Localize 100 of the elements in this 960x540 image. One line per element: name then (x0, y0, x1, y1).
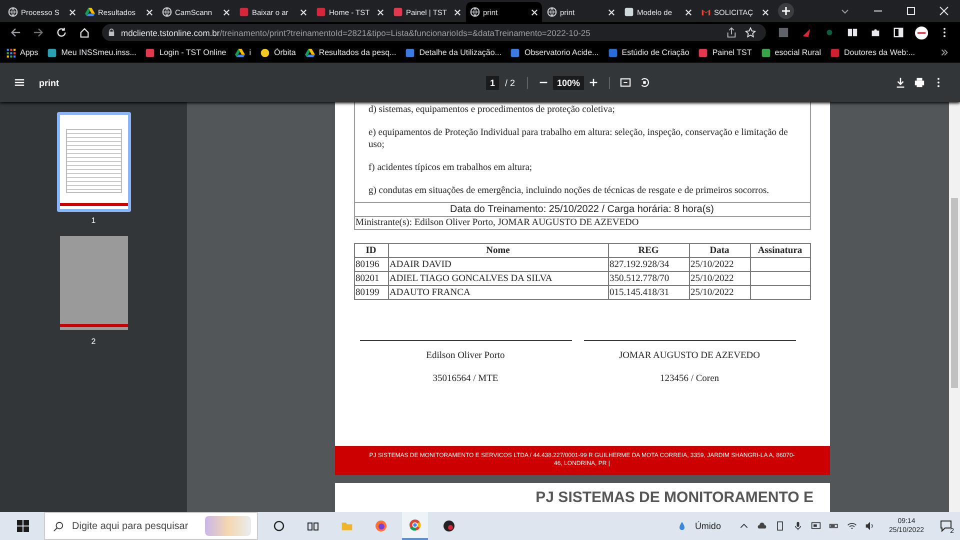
bookmark-link[interactable]: Estúdio de Criação (608, 48, 690, 58)
page-heading: PJ SISTEMAS DE MONITORAMENTO E (534, 488, 814, 506)
table-cell: 25/10/2022 (689, 258, 750, 272)
bookmark-link[interactable]: esocial Rural (760, 48, 822, 58)
circle-favicon-icon (260, 48, 270, 58)
table-cell: 80199 (354, 286, 388, 300)
bookmark-link[interactable]: Doutores da Web:... (830, 48, 916, 58)
zoom-in-icon[interactable] (588, 77, 600, 88)
close-icon[interactable] (146, 8, 153, 16)
table-cell: ADAUTO FRANCA (388, 286, 608, 300)
rotate-icon[interactable] (639, 77, 650, 88)
wifi-icon[interactable] (846, 521, 857, 531)
print-icon[interactable] (914, 77, 925, 88)
globe-icon (8, 7, 18, 17)
close-icon[interactable] (454, 8, 461, 16)
column-header: Data (689, 244, 750, 258)
circle-icon[interactable] (273, 520, 285, 532)
favicon-icon (393, 7, 403, 17)
page-thumbnail[interactable] (56, 112, 130, 212)
drive-icon (235, 48, 246, 58)
bookmark-link[interactable]: Meu INSSmeu.inss... (47, 48, 136, 58)
star-icon[interactable] (744, 27, 756, 38)
favicon-icon (698, 48, 708, 58)
weather-text[interactable]: Úmido (694, 521, 721, 531)
drive-icon (304, 48, 315, 58)
topic-text: e) equipamentos de Proteção Individual para trabalho em altura: seleção, inspeção, conservação e limitação de uso; (368, 127, 789, 151)
bookmark-link[interactable]: Resultados da pesq... (304, 48, 396, 58)
signer-name: Edilson Oliver Porto (425, 351, 506, 361)
close-icon[interactable] (608, 8, 615, 16)
task-view-icon[interactable] (307, 520, 319, 532)
bookmark-link[interactable]: Apps (6, 48, 38, 58)
document-title: print (39, 78, 59, 88)
chevron-right-icon[interactable] (939, 47, 950, 58)
table-cell: 80201 (354, 272, 388, 286)
zoom-field[interactable]: 100% (553, 76, 584, 90)
document-icon[interactable] (774, 521, 785, 531)
back-arrow-icon[interactable] (10, 27, 21, 38)
share-icon[interactable] (726, 27, 737, 38)
download-icon[interactable] (895, 77, 906, 88)
address-field[interactable]: mdcliente.tstonline.com.br/treinamento/print?treinamentoId=2821&tipo=Lista&funcionarioIds=&dataTreinamento=2022-10-25 (102, 24, 766, 41)
bookmark-link[interactable]: Login - TST Online (145, 48, 226, 58)
favicon-icon (145, 48, 156, 58)
fit-page-icon[interactable] (620, 77, 632, 88)
bookmark-link[interactable]: i (235, 48, 252, 58)
cloud-icon[interactable] (756, 521, 767, 531)
display-icon[interactable] (810, 521, 821, 531)
bookmark-link[interactable]: Observatorio Acide... (510, 48, 599, 58)
menu-icon[interactable] (14, 77, 25, 88)
scrollbar[interactable] (949, 102, 960, 512)
column-header: Assinatura (750, 244, 810, 258)
close-icon[interactable] (300, 8, 307, 16)
favicon-icon (47, 48, 58, 58)
bookmark-link[interactable]: Painel TST (698, 48, 752, 58)
chrome-icon[interactable] (409, 519, 421, 531)
search-field[interactable]: Digite aqui para pesquisar (44, 512, 258, 540)
column-header: REG (608, 244, 689, 258)
bookmark-link[interactable]: Órbita (260, 48, 296, 58)
favicon-icon (830, 48, 840, 58)
favicon-icon (405, 48, 416, 58)
favicon-icon (316, 7, 326, 17)
page-total: / 2 (504, 78, 515, 88)
signer-registration: 35016564 / MTE (432, 374, 500, 384)
table-cell: 25/10/2022 (689, 272, 750, 286)
speaker-icon[interactable] (864, 521, 875, 531)
maximize-icon[interactable] (906, 6, 916, 16)
battery-icon[interactable] (828, 521, 839, 531)
close-icon[interactable] (69, 8, 76, 16)
microphone-icon[interactable] (792, 521, 803, 531)
forward-arrow-icon[interactable] (33, 27, 44, 38)
reload-icon[interactable] (56, 27, 67, 38)
app-icon[interactable] (443, 520, 455, 532)
close-icon[interactable] (762, 8, 769, 16)
favicon-icon (624, 7, 634, 17)
home-icon[interactable] (79, 27, 90, 38)
signer-registration: 123456 / Coren (658, 374, 720, 384)
apps-grid-icon (6, 48, 16, 58)
side-panel-icon[interactable] (892, 27, 904, 38)
favicon-icon (239, 7, 249, 17)
firefox-icon[interactable] (375, 520, 387, 532)
new-tab-icon[interactable] (778, 3, 794, 19)
globe-icon (162, 7, 172, 17)
close-icon[interactable] (377, 8, 384, 16)
table-cell: 350.512.778/70 (608, 272, 689, 286)
table-cell: ADIEL TIAGO GONCALVES DA SILVA (388, 272, 608, 286)
mail-icon (701, 7, 711, 17)
close-icon[interactable] (685, 8, 692, 16)
profile-avatar-icon[interactable] (914, 26, 928, 40)
page-number-field[interactable]: 1 (486, 76, 499, 90)
topic-text: f) acidentes típicos em trabalhos em altura; (368, 162, 534, 174)
table-cell (750, 286, 810, 300)
windows-start-icon[interactable] (17, 520, 29, 532)
table-cell: ADAIR DAVID (388, 258, 608, 272)
close-icon[interactable] (223, 8, 230, 16)
bookmark-link[interactable]: Detalhe da Utilização... (405, 48, 502, 58)
table-cell: 827.192.928/34 (608, 258, 689, 272)
close-icon[interactable] (531, 8, 538, 16)
extension-icon[interactable] (846, 27, 858, 38)
weather-icon[interactable] (676, 521, 687, 531)
table-cell: 25/10/2022 (689, 286, 750, 300)
close-icon[interactable] (939, 6, 949, 16)
